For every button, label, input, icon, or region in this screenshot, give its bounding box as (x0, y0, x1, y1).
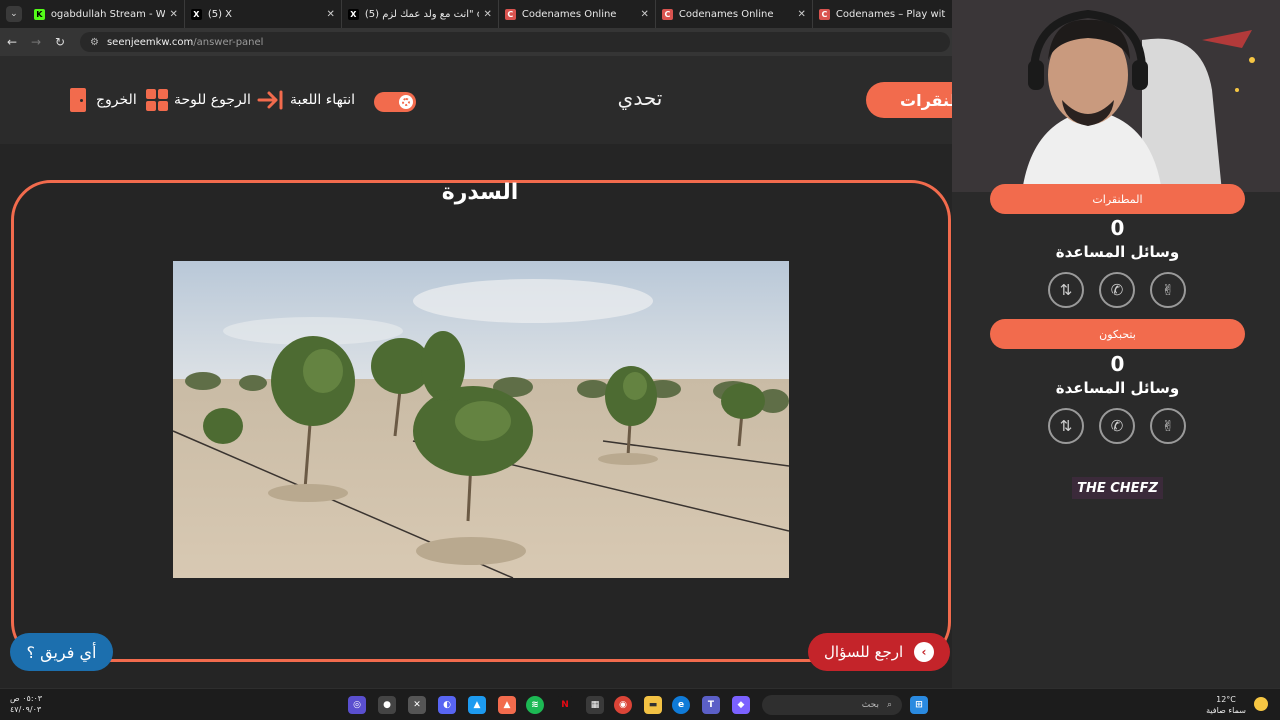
discord-icon[interactable]: ◐ (438, 696, 456, 714)
reload-icon[interactable]: ↻ (48, 28, 72, 56)
timer-icon (399, 95, 413, 109)
taskbar-clock[interactable]: ٠٥:٠٣ ص ٤٧/٠٩/٠٣ (10, 693, 42, 715)
moon-icon (1254, 697, 1268, 711)
exit-button[interactable]: الخروج (68, 87, 137, 113)
browser-tab[interactable]: C Codenames Online ✕ (499, 0, 656, 28)
edge-icon[interactable]: e (672, 696, 690, 714)
clock-date: ٤٧/٠٩/٠٣ (10, 705, 42, 714)
weather-text: سماء صافية (1206, 706, 1246, 715)
teams-icon[interactable]: T (702, 696, 720, 714)
search-icon: ⌕ (886, 700, 892, 710)
aids-label: وسائل المساعدة (1055, 243, 1180, 261)
timer-toggle[interactable] (374, 92, 416, 112)
answer-image (173, 261, 789, 578)
page-title: تحدي (617, 86, 663, 110)
chrome-icon[interactable]: ◉ (614, 696, 632, 714)
codenames-icon: C (504, 8, 516, 20)
answer-title: السدرة (0, 180, 952, 205)
arrow-to-line-icon (257, 90, 283, 110)
close-icon[interactable]: ✕ (483, 9, 491, 20)
netflix-icon[interactable]: N (556, 696, 574, 714)
tab-title: (5) X (207, 8, 233, 20)
codenames-icon: C (818, 8, 830, 20)
tab-title: Codenames – Play with your Fr (835, 8, 946, 20)
start-icon[interactable]: ⊞ (910, 696, 928, 714)
back-to-board-label: الرجوع للوحة (174, 92, 251, 108)
grid-icon (146, 89, 168, 111)
swap-icon[interactable]: ⇅ (1048, 272, 1084, 308)
back-to-question-button[interactable]: ارجع للسؤال ‹ (808, 633, 950, 671)
team-name-pill: المطنقرات (990, 184, 1245, 214)
tab-title: Codenames Online (678, 8, 774, 20)
weather-widget[interactable]: 12°C سماء صافية (1200, 694, 1252, 716)
browser-tab-bar: ⌄ K ogabdullah Stream - Watch Live ✕ X (… (0, 0, 952, 28)
exit-label: الخروج (96, 92, 137, 108)
kick-icon: K (33, 8, 45, 20)
app-header: الخروج الرجوع للوحة انتهاء اللعبة تحدي ط… (0, 56, 966, 144)
folder-icon[interactable]: ▬ (644, 696, 662, 714)
url-path: /answer-panel (193, 36, 264, 48)
tab-search-button[interactable]: ⌄ (0, 0, 28, 28)
obs-icon[interactable]: ● (378, 696, 396, 714)
back-arrow-icon[interactable]: ← (0, 28, 24, 56)
capcut-icon[interactable]: ✕ (408, 696, 426, 714)
answer-panel: السدرة أي فريق ؟ ارجع للسؤال ‹ (0, 144, 952, 688)
back-to-board-button[interactable]: الرجوع للوحة (146, 87, 251, 113)
forward-arrow-icon[interactable]: → (24, 28, 48, 56)
copilot-icon[interactable]: ◎ (348, 696, 366, 714)
tab-title: (5) انت مع ولد عمك لزم" on X: (364, 8, 480, 20)
exit-door-icon (68, 88, 90, 112)
hand-icon[interactable]: ✌ (1150, 408, 1186, 444)
codenames-icon: C (661, 8, 673, 20)
sponsor-logo: THE CHEFZ (1072, 477, 1163, 499)
x-icon: X (347, 8, 359, 20)
vlc-icon[interactable]: ▲ (498, 696, 516, 714)
clock-time: ٠٥:٠٣ ص (10, 694, 43, 703)
browser-tab[interactable]: X (5) X ✕ (185, 0, 342, 28)
team-name-pill: بتحبكون (990, 319, 1245, 349)
x-icon: X (190, 8, 202, 20)
which-team-button[interactable]: أي فريق ؟ (10, 633, 113, 671)
copilot-app-icon[interactable]: ◆ (732, 696, 750, 714)
chevron-left-icon: ‹ (914, 642, 934, 662)
close-icon[interactable]: ✕ (326, 9, 334, 20)
spotify-icon[interactable]: ≋ (526, 696, 544, 714)
hand-icon[interactable]: ✌ (1150, 272, 1186, 308)
phone-icon[interactable]: ✆ (1099, 408, 1135, 444)
taskbar-search[interactable]: بحث ⌕ (762, 695, 902, 715)
store-icon[interactable]: ▦ (586, 696, 604, 714)
search-label: بحث (861, 700, 879, 710)
swap-icon[interactable]: ⇅ (1048, 408, 1084, 444)
back-to-question-label: ارجع للسؤال (824, 643, 904, 661)
end-game-button[interactable]: انتهاء اللعبة (256, 87, 355, 113)
browser-tab[interactable]: K ogabdullah Stream - Watch Live ✕ (28, 0, 185, 28)
close-icon[interactable]: ✕ (640, 9, 648, 20)
browser-tab[interactable]: C Codenames Online ✕ (656, 0, 813, 28)
url-host: seenjeemkw.com (106, 36, 194, 48)
tab-title: ogabdullah Stream - Watch Live (50, 8, 166, 20)
close-icon[interactable]: ✕ (798, 9, 806, 20)
answer-text: السدرة (441, 180, 519, 205)
team-score: 0 (1110, 352, 1125, 376)
chevron-down-icon: ⌄ (5, 6, 22, 22)
end-game-label: انتهاء اللعبة (290, 92, 356, 108)
phone-icon[interactable]: ✆ (1099, 272, 1135, 308)
site-info-icon[interactable]: ⚙ (90, 37, 99, 48)
tab-title: Codenames Online (521, 8, 617, 20)
url-field[interactable]: ⚙ seenjeemkw.com /answer-panel (80, 32, 950, 52)
browser-tab[interactable]: X (5) انت مع ولد عمك لزم" on X: ✕ (342, 0, 499, 28)
app-icon[interactable]: ▲ (468, 696, 486, 714)
browser-tab[interactable]: C Codenames – Play with your Fr (813, 0, 952, 28)
windows-taskbar: ٠٥:٠٣ ص ٤٧/٠٩/٠٣ ◎ ● ✕ ◐ ▲ ▲ ≋ N ▦ ◉ ▬ e… (0, 688, 1280, 720)
address-bar: ← → ↻ ⚙ seenjeemkw.com /answer-panel (0, 28, 952, 56)
aids-label: وسائل المساعدة (1055, 379, 1180, 397)
temperature: 12°C (1216, 695, 1236, 704)
active-team-tab[interactable]: طنقرات (866, 82, 966, 118)
webcam-overlay (952, 0, 1280, 192)
team-score: 0 (1110, 216, 1125, 240)
close-icon[interactable]: ✕ (169, 9, 177, 20)
